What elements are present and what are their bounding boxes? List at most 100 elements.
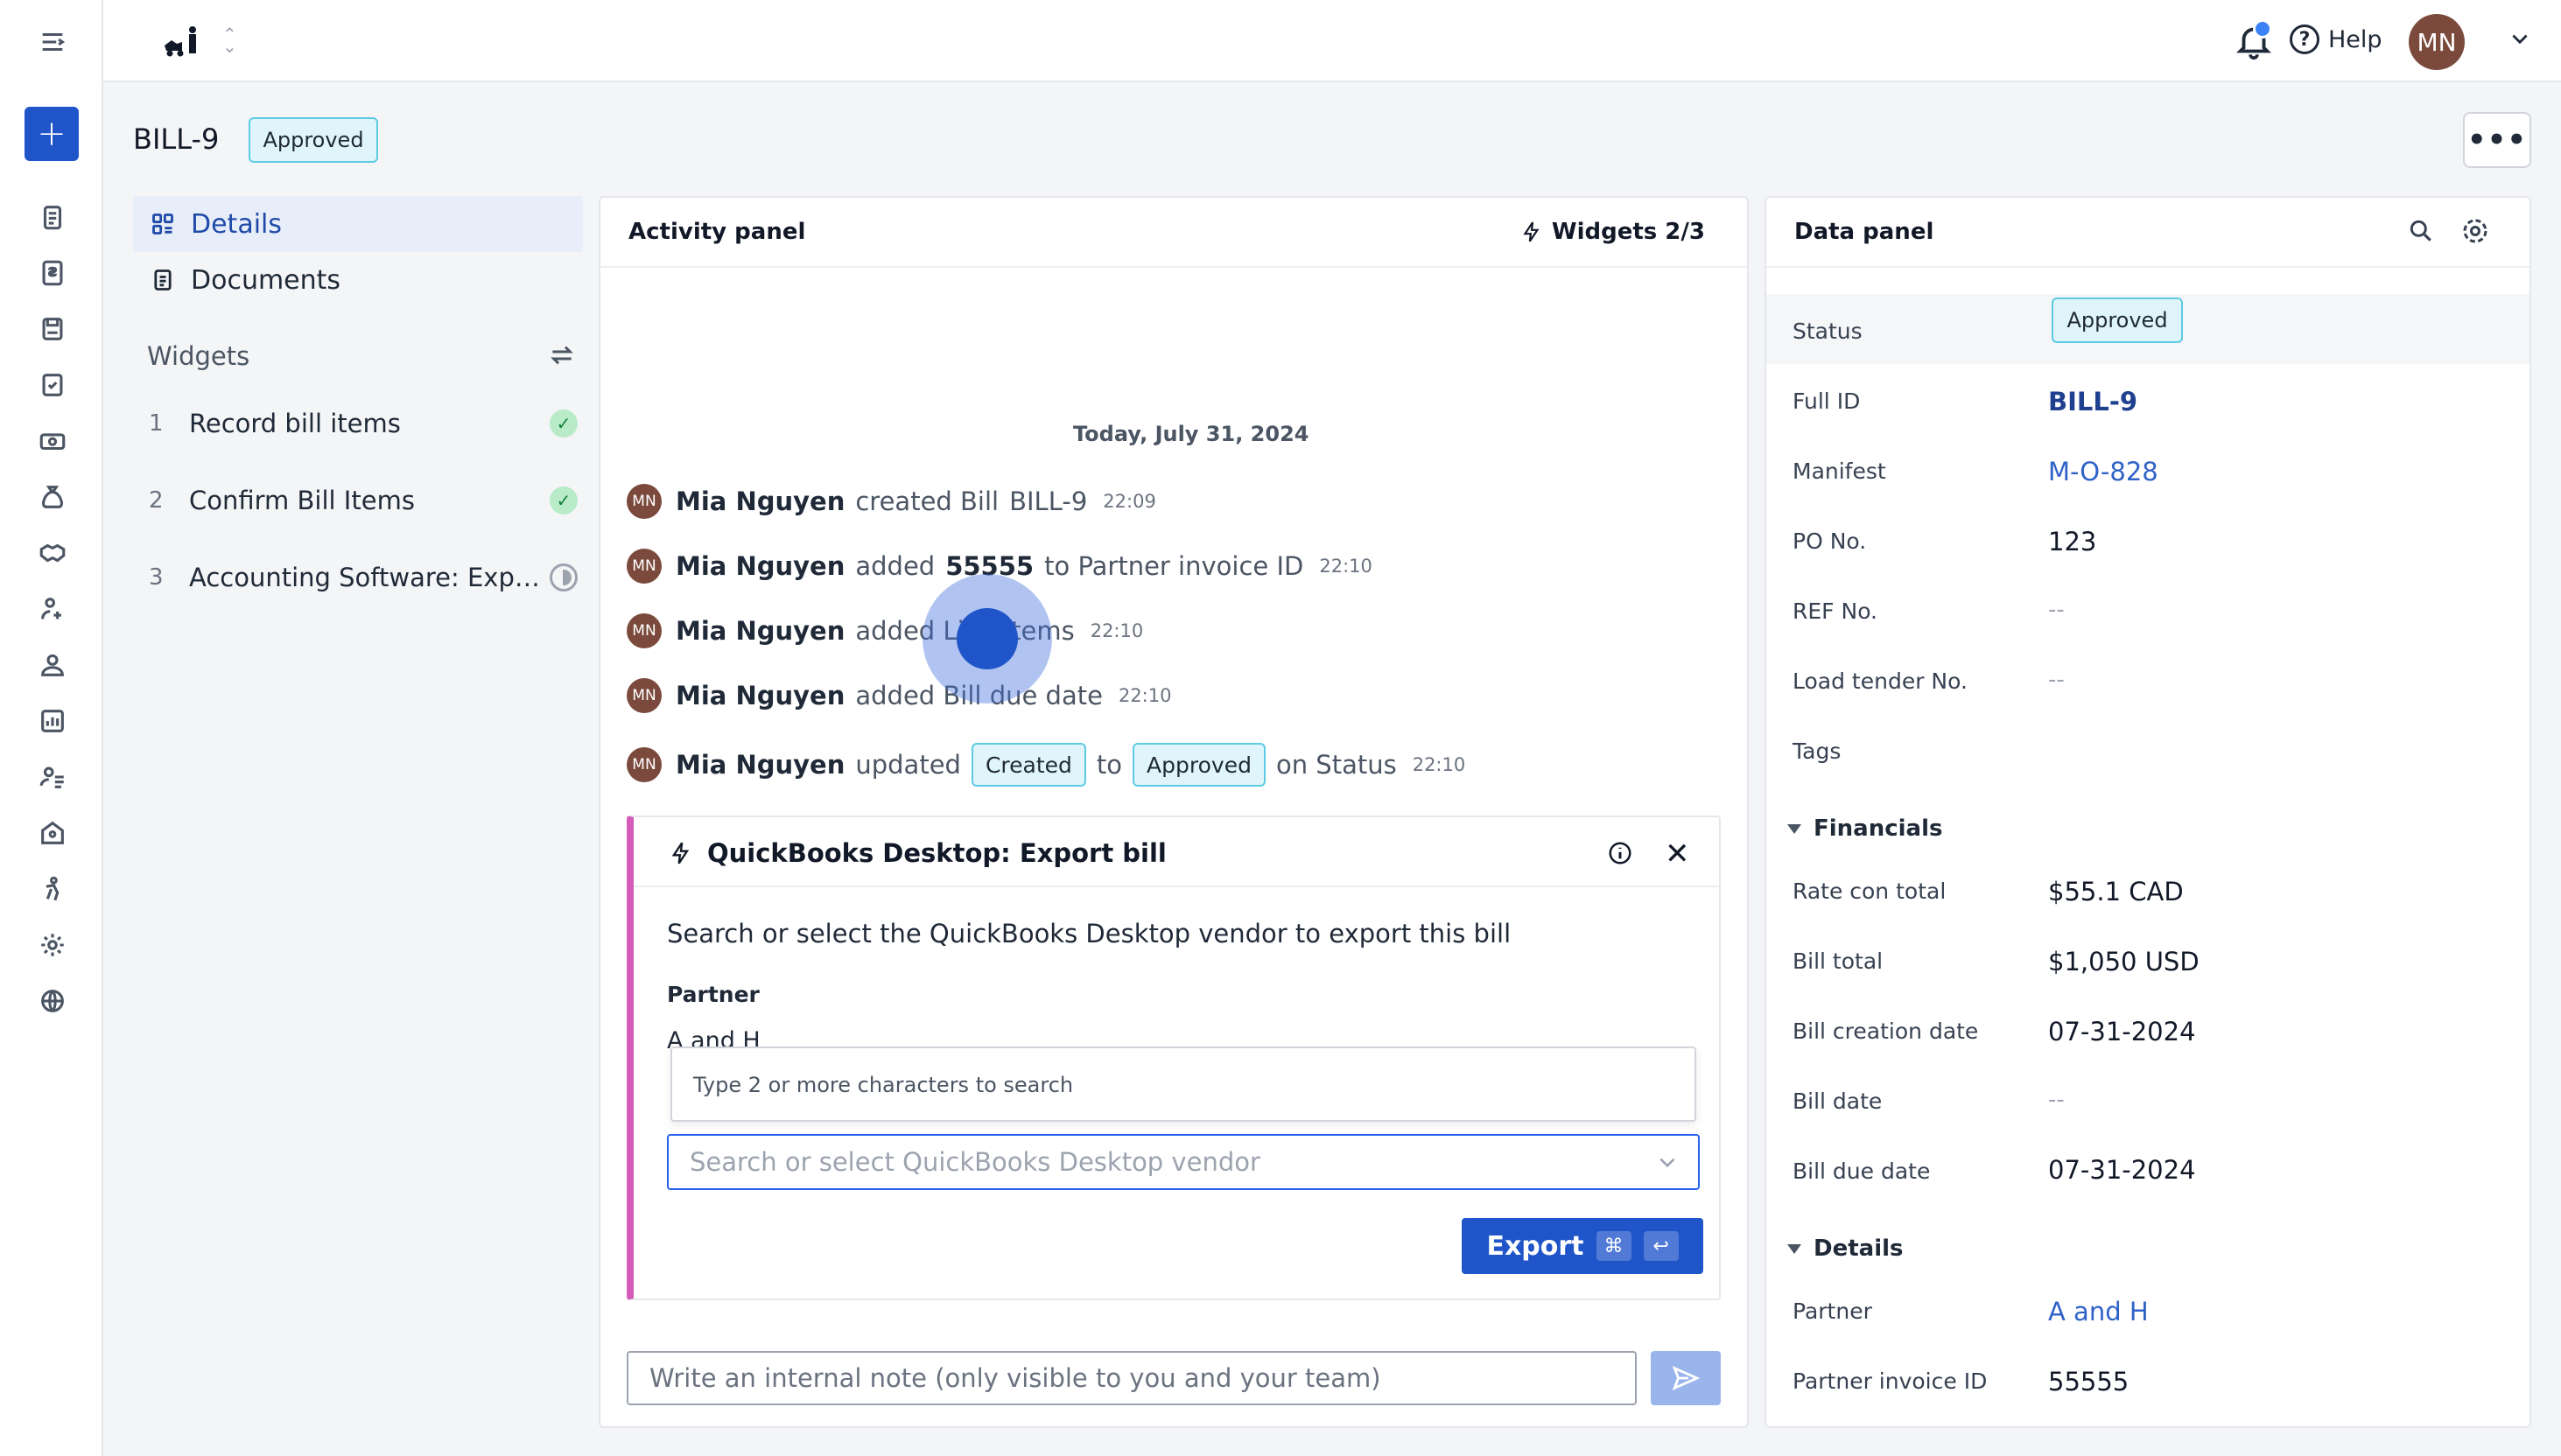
new-button[interactable]: +	[25, 107, 79, 161]
info-icon[interactable]	[1607, 840, 1633, 866]
accessibility-icon[interactable]	[33, 870, 72, 908]
bill-due-date-value[interactable]: 07-31-2024	[2048, 1155, 2196, 1185]
company-logo-icon[interactable]	[163, 24, 205, 60]
money-icon[interactable]	[33, 422, 72, 460]
user-avatar[interactable]: MN	[2409, 14, 2465, 70]
clipboard-icon[interactable]	[33, 198, 72, 236]
help-button[interactable]: ? Help	[2290, 24, 2382, 54]
activity-item: MN Mia Nguyen created Bill BILL-9 22:09	[627, 482, 1156, 521]
send-icon	[1672, 1365, 1701, 1391]
bill-total-value[interactable]: $1,050 USD	[2048, 947, 2200, 976]
document-icon	[154, 270, 172, 290]
people-icon[interactable]	[33, 646, 72, 684]
activity-user: Mia Nguyen	[676, 681, 845, 710]
data-panel-title: Data panel	[1794, 219, 1934, 245]
moneybag-icon[interactable]	[33, 478, 72, 516]
avatar: MN	[627, 549, 662, 584]
status-badge: Approved	[249, 117, 378, 163]
rate-con-total-value[interactable]: $55.1 CAD	[2048, 877, 2184, 906]
chevron-down-icon[interactable]	[1656, 1152, 1679, 1174]
search-icon[interactable]	[2407, 217, 2435, 245]
status-badge[interactable]: Approved	[2052, 298, 2183, 343]
po-number-value[interactable]: 123	[2048, 527, 2096, 556]
vendor-search-input[interactable]	[690, 1147, 1617, 1177]
avatar: MN	[627, 613, 662, 648]
load-tender-value[interactable]: --	[2048, 667, 2065, 693]
chevron-down-icon[interactable]	[2508, 28, 2531, 51]
activity-time: 22:09	[1103, 491, 1156, 512]
menu-icon[interactable]	[33, 23, 72, 61]
field-label: PO No.	[1793, 528, 1867, 554]
export-widget-title: QuickBooks Desktop: Export bill	[707, 838, 1167, 868]
check-icon: ✓	[550, 486, 578, 514]
details-icon	[152, 214, 173, 234]
partner-link[interactable]: A and H	[2048, 1297, 2149, 1326]
more-actions-button[interactable]: •••	[2463, 112, 2531, 168]
widget-item[interactable]: 3 Accounting Software: Export Bill	[149, 551, 578, 604]
activity-text: BILL-9	[1009, 486, 1088, 516]
widget-item[interactable]: 1 Record bill items ✓	[149, 397, 578, 450]
financials-section-toggle[interactable]: Financials	[1787, 816, 1943, 842]
gear-icon[interactable]	[33, 926, 72, 964]
activity-user: Mia Nguyen	[676, 551, 845, 581]
widget-item[interactable]: 2 Confirm Bill Items ✓	[149, 474, 578, 527]
user-settings-icon[interactable]	[33, 758, 72, 796]
help-label: Help	[2328, 25, 2382, 53]
internal-note-field[interactable]	[627, 1351, 1637, 1405]
widget-label: Record bill items	[189, 409, 401, 438]
partner-invoice-id-value[interactable]: 55555	[2048, 1367, 2129, 1396]
ref-number-value[interactable]: --	[2048, 597, 2065, 623]
field-label: Bill date	[1793, 1088, 1883, 1114]
avatar: MN	[627, 747, 662, 782]
field-label: Full ID	[1793, 388, 1861, 414]
close-icon[interactable]: ✕	[1665, 836, 1690, 872]
internal-note-input[interactable]	[649, 1363, 1612, 1393]
section-title: Financials	[1814, 816, 1943, 842]
field-label: Bill due date	[1793, 1158, 1931, 1184]
check-icon: ✓	[550, 410, 578, 438]
invoice-icon[interactable]	[33, 254, 72, 292]
activity-text: to	[1096, 750, 1123, 780]
full-id-value[interactable]: BILL-9	[2048, 387, 2137, 416]
activity-user: Mia Nguyen	[676, 486, 845, 516]
activity-time: 22:10	[1412, 754, 1466, 775]
widgets-toggle-button[interactable]: Widgets 2/3	[1520, 219, 1705, 245]
help-icon: ?	[2290, 24, 2319, 54]
manifest-link[interactable]: M-O-828	[2048, 457, 2158, 486]
handshake-icon[interactable]	[33, 534, 72, 572]
person-gear-icon[interactable]	[33, 590, 72, 628]
pending-icon	[550, 564, 578, 592]
click-indicator-dot	[957, 608, 1018, 669]
swap-icon[interactable]	[548, 341, 576, 369]
nav-item-details[interactable]: Details	[133, 196, 583, 252]
collapse-triangle-icon	[1787, 1243, 1801, 1254]
activity-time: 22:10	[1090, 620, 1144, 641]
collapse-triangle-icon	[1787, 823, 1801, 834]
vendor-select[interactable]	[667, 1134, 1700, 1190]
notification-dot	[2253, 19, 2272, 38]
details-section-toggle[interactable]: Details	[1787, 1236, 1904, 1262]
settings-icon[interactable]	[2459, 215, 2491, 247]
save-icon[interactable]	[33, 310, 72, 348]
status-badge: Approved	[1133, 743, 1266, 787]
export-button[interactable]: Export ⌘ ↩	[1462, 1218, 1703, 1274]
bill-creation-date-value[interactable]: 07-31-2024	[2048, 1017, 2196, 1046]
nav-item-documents[interactable]: Documents	[133, 252, 583, 308]
chart-icon[interactable]	[33, 702, 72, 740]
widget-label: Accounting Software: Export Bill	[189, 563, 550, 592]
checklist-icon[interactable]	[33, 366, 72, 404]
globe-icon[interactable]	[33, 982, 72, 1020]
widget-number: 2	[149, 487, 164, 514]
activity-text: created Bill	[855, 486, 1000, 516]
bolt-icon	[1523, 221, 1540, 242]
bill-date-value[interactable]: --	[2048, 1087, 2065, 1113]
send-button[interactable]	[1651, 1351, 1721, 1405]
field-label: Load tender No.	[1793, 668, 1968, 694]
activity-user: Mia Nguyen	[676, 750, 845, 780]
enter-key-icon: ↩	[1643, 1231, 1679, 1261]
top-bar	[103, 0, 2561, 82]
workspace-switcher-icon[interactable]: ⌃ ⌄	[222, 25, 237, 55]
building-icon[interactable]	[33, 814, 72, 852]
activity-text: to Partner invoice ID	[1044, 551, 1304, 581]
nav-item-label: Details	[191, 208, 283, 240]
